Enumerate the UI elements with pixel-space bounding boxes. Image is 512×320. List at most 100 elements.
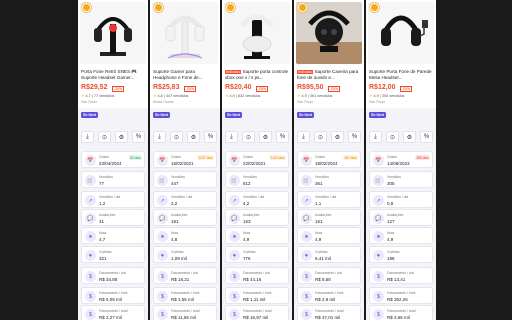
- location: São Paulo: [81, 100, 98, 104]
- action-icons: ⤓ ⊙ ⚙ %: [225, 131, 289, 143]
- product-card[interactable]: Indicado Suporte Caveira para fone de ou…: [294, 0, 364, 320]
- cart-icon[interactable]: ⊙: [386, 131, 399, 143]
- metric-reviews: 💬 Avaliações 153: [225, 209, 289, 226]
- metric-icon: ★: [229, 231, 240, 242]
- age-badge: 83 dias: [128, 155, 142, 160]
- product-title-text: Porta Fone Retrô SNES 🎮 Suporte Headset …: [81, 69, 138, 80]
- metric-label: Avaliações: [171, 213, 188, 217]
- sh-next-chip[interactable]: Sh Next: [225, 112, 243, 118]
- download-icon[interactable]: ⤓: [153, 131, 166, 143]
- metric-value: R$ 1,55 mil: [171, 297, 194, 302]
- sh-next-chip[interactable]: Sh Next: [369, 112, 387, 118]
- age-badge: 387 dias: [342, 155, 358, 160]
- sold-count: 832 vendidos: [237, 94, 261, 98]
- location: São Paulo: [369, 100, 386, 104]
- product-image[interactable]: [80, 2, 146, 64]
- sold-count: 361 vendidos: [309, 94, 333, 98]
- product-title[interactable]: Suporte Porta Fone de Parede Mesa Headse…: [369, 69, 433, 81]
- metric-created: 📅 Criado 22/02/2021 1100 dias: [225, 151, 289, 168]
- metric-icon: 🛒: [301, 175, 312, 186]
- product-title[interactable]: Indicado Suporte Caveira para fone de ou…: [297, 69, 361, 81]
- metric-label: Vendidos / dia: [99, 195, 121, 199]
- metric-value: 6,41 mil: [315, 256, 331, 261]
- download-icon[interactable]: ⤓: [369, 131, 382, 143]
- cart-icon[interactable]: ⊙: [98, 131, 111, 143]
- sh-next-chip[interactable]: Sh Next: [297, 112, 315, 118]
- metric-value: 1,09 mil: [171, 256, 187, 261]
- metric-value: 4,9: [243, 237, 250, 242]
- metric-created: 📅 Criado 16/02/2021 1037 dias: [153, 151, 217, 168]
- product-title[interactable]: Indicado Suporte porta controle xbox one…: [225, 69, 289, 81]
- product-card[interactable]: Indicado Suporte porta controle xbox one…: [222, 0, 292, 320]
- link-icon[interactable]: %: [420, 131, 433, 143]
- metric-label: Criado: [171, 155, 181, 159]
- metric-value: 4,9: [315, 237, 322, 242]
- sh-next-chip[interactable]: Sh Next: [81, 112, 99, 118]
- metric-value: 447: [171, 181, 179, 186]
- product-card[interactable]: Porta Fone Retrô SNES 🎮 Suporte Headset …: [78, 0, 148, 320]
- page-background-left: [0, 0, 66, 320]
- product-image[interactable]: [152, 2, 218, 64]
- discount-badge: -20%: [328, 86, 341, 92]
- settings-icon[interactable]: ⚙: [331, 131, 344, 143]
- link-icon[interactable]: %: [348, 131, 361, 143]
- download-icon[interactable]: ⤓: [297, 131, 310, 143]
- settings-icon[interactable]: ⚙: [115, 131, 128, 143]
- link-icon[interactable]: %: [276, 131, 289, 143]
- metric-sales: 🛒 Vendidos 447: [153, 171, 217, 188]
- metric-icon: $: [373, 291, 384, 302]
- metric-label: Avaliações: [315, 213, 332, 217]
- metric-icon: ↗: [229, 195, 240, 206]
- metric-label: Vendidos: [243, 175, 257, 179]
- metric-value: R$ 16,97 mil: [243, 315, 269, 320]
- product-card[interactable]: Suporte Gamer para Headphone e Fone de..…: [150, 0, 220, 320]
- metric-icon: ↗: [85, 195, 96, 206]
- metric-label: Faturamento / mês: [387, 291, 416, 295]
- product-title[interactable]: Porta Fone Retrô SNES 🎮 Suporte Headset …: [81, 69, 145, 81]
- metric-value: 22/02/2021: [243, 161, 266, 166]
- link-icon[interactable]: %: [204, 131, 217, 143]
- metric-value: R$ 2,27 mil: [99, 315, 122, 320]
- rating-sold: ★ 4.7 | 77 vendidos: [81, 94, 115, 98]
- metric-label: Avaliações: [387, 213, 404, 217]
- metric-value: 161: [315, 219, 323, 224]
- product-image[interactable]: [296, 2, 362, 64]
- metric-value: R$ 37,01 mil: [315, 315, 341, 320]
- product-image[interactable]: [368, 2, 434, 64]
- metric-value: 361: [315, 181, 323, 186]
- product-title-text: Suporte Gamer para Headphone e Fone de..…: [153, 69, 203, 80]
- product-image[interactable]: [224, 2, 290, 64]
- metric-label: Nota: [243, 231, 251, 235]
- metric-reviews: 💬 Avaliações 161: [297, 209, 361, 226]
- metric-label: Curtidas: [315, 250, 328, 254]
- metric-value: 16/02/2021: [171, 161, 194, 166]
- metric-value: R$ 18,21: [171, 277, 190, 282]
- metric-icon: 🛒: [373, 175, 384, 186]
- download-icon[interactable]: ⤓: [225, 131, 238, 143]
- cart-icon[interactable]: ⊙: [314, 131, 327, 143]
- metric-value: R$ 352,26: [387, 297, 408, 302]
- product-title[interactable]: Suporte Gamer para Headphone e Fone de..…: [153, 69, 217, 81]
- metric-icon: ♥: [157, 250, 168, 261]
- coin-badge-icon: [298, 3, 307, 12]
- metric-value: R$ 8,68: [315, 277, 331, 282]
- metric-value: 305: [387, 181, 395, 186]
- metric-revenue-month: $ Faturamento / mês R$ 2,9 mil: [297, 287, 361, 304]
- metric-label: Faturamento / dia: [315, 271, 342, 275]
- settings-icon[interactable]: ⚙: [259, 131, 272, 143]
- metric-icon: $: [229, 271, 240, 282]
- metric-icon: 📅: [229, 155, 240, 166]
- metric-label: Faturamento / dia: [171, 271, 198, 275]
- link-icon[interactable]: %: [132, 131, 145, 143]
- sh-next-chip[interactable]: Sh Next: [153, 112, 171, 118]
- settings-icon[interactable]: ⚙: [187, 131, 200, 143]
- download-icon[interactable]: ⤓: [81, 131, 94, 143]
- coin-badge-icon: [370, 3, 379, 12]
- cart-icon[interactable]: ⊙: [242, 131, 255, 143]
- metric-value: 0,8: [387, 201, 394, 206]
- metric-value: 321: [99, 256, 107, 261]
- product-card[interactable]: Suporte Porta Fone de Parede Mesa Headse…: [366, 0, 436, 320]
- metric-label: Curtidas: [387, 250, 400, 254]
- settings-icon[interactable]: ⚙: [403, 131, 416, 143]
- cart-icon[interactable]: ⊙: [170, 131, 183, 143]
